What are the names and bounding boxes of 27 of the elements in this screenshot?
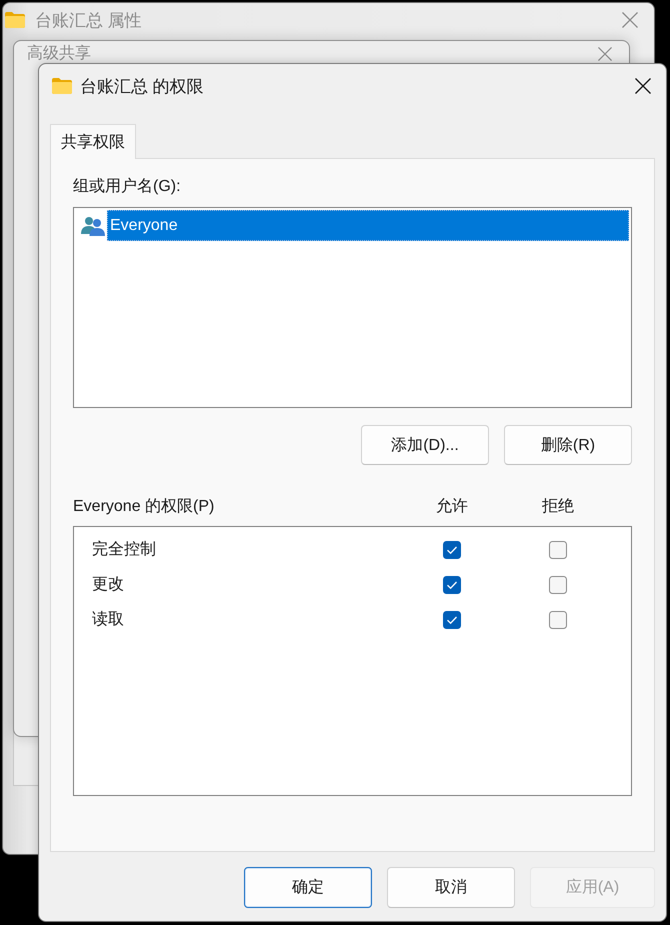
- column-header: 拒绝: [542, 497, 574, 517]
- user-list-item[interactable]: Everyone: [107, 210, 629, 241]
- window-title: 台账汇总 属性: [35, 10, 142, 32]
- deny-checkbox[interactable]: [549, 540, 567, 558]
- permissions-label: Everyone 的权限(P): [73, 497, 214, 517]
- window-title: 高级共享: [27, 44, 91, 62]
- allow-checkbox[interactable]: [443, 540, 461, 558]
- users-icon: [81, 216, 105, 236]
- deny-checkbox[interactable]: [549, 576, 567, 594]
- window-title: 台账汇总 的权限: [80, 76, 204, 98]
- folder-icon: [52, 78, 72, 94]
- close-icon[interactable]: [635, 78, 651, 94]
- column-header: 允许: [436, 497, 468, 517]
- cancel-button[interactable]: 取消: [387, 867, 515, 908]
- add-button[interactable]: 添加(D)...: [361, 425, 489, 465]
- permission-name: 完全控制: [91, 540, 156, 560]
- ok-button[interactable]: 确定: [244, 867, 372, 908]
- permission-name: 读取: [91, 610, 124, 630]
- folder-icon: [5, 12, 25, 28]
- allow-checkbox[interactable]: [443, 610, 461, 628]
- allow-checkbox[interactable]: [443, 576, 461, 594]
- deny-checkbox[interactable]: [549, 610, 567, 628]
- remove-button[interactable]: 删除(R): [504, 425, 632, 465]
- user-list-box[interactable]: Everyone: [73, 207, 632, 408]
- permission-name: 更改: [91, 575, 124, 595]
- tab[interactable]: 共享权限: [50, 124, 136, 159]
- users-label: 组或用户名(G):: [73, 176, 181, 197]
